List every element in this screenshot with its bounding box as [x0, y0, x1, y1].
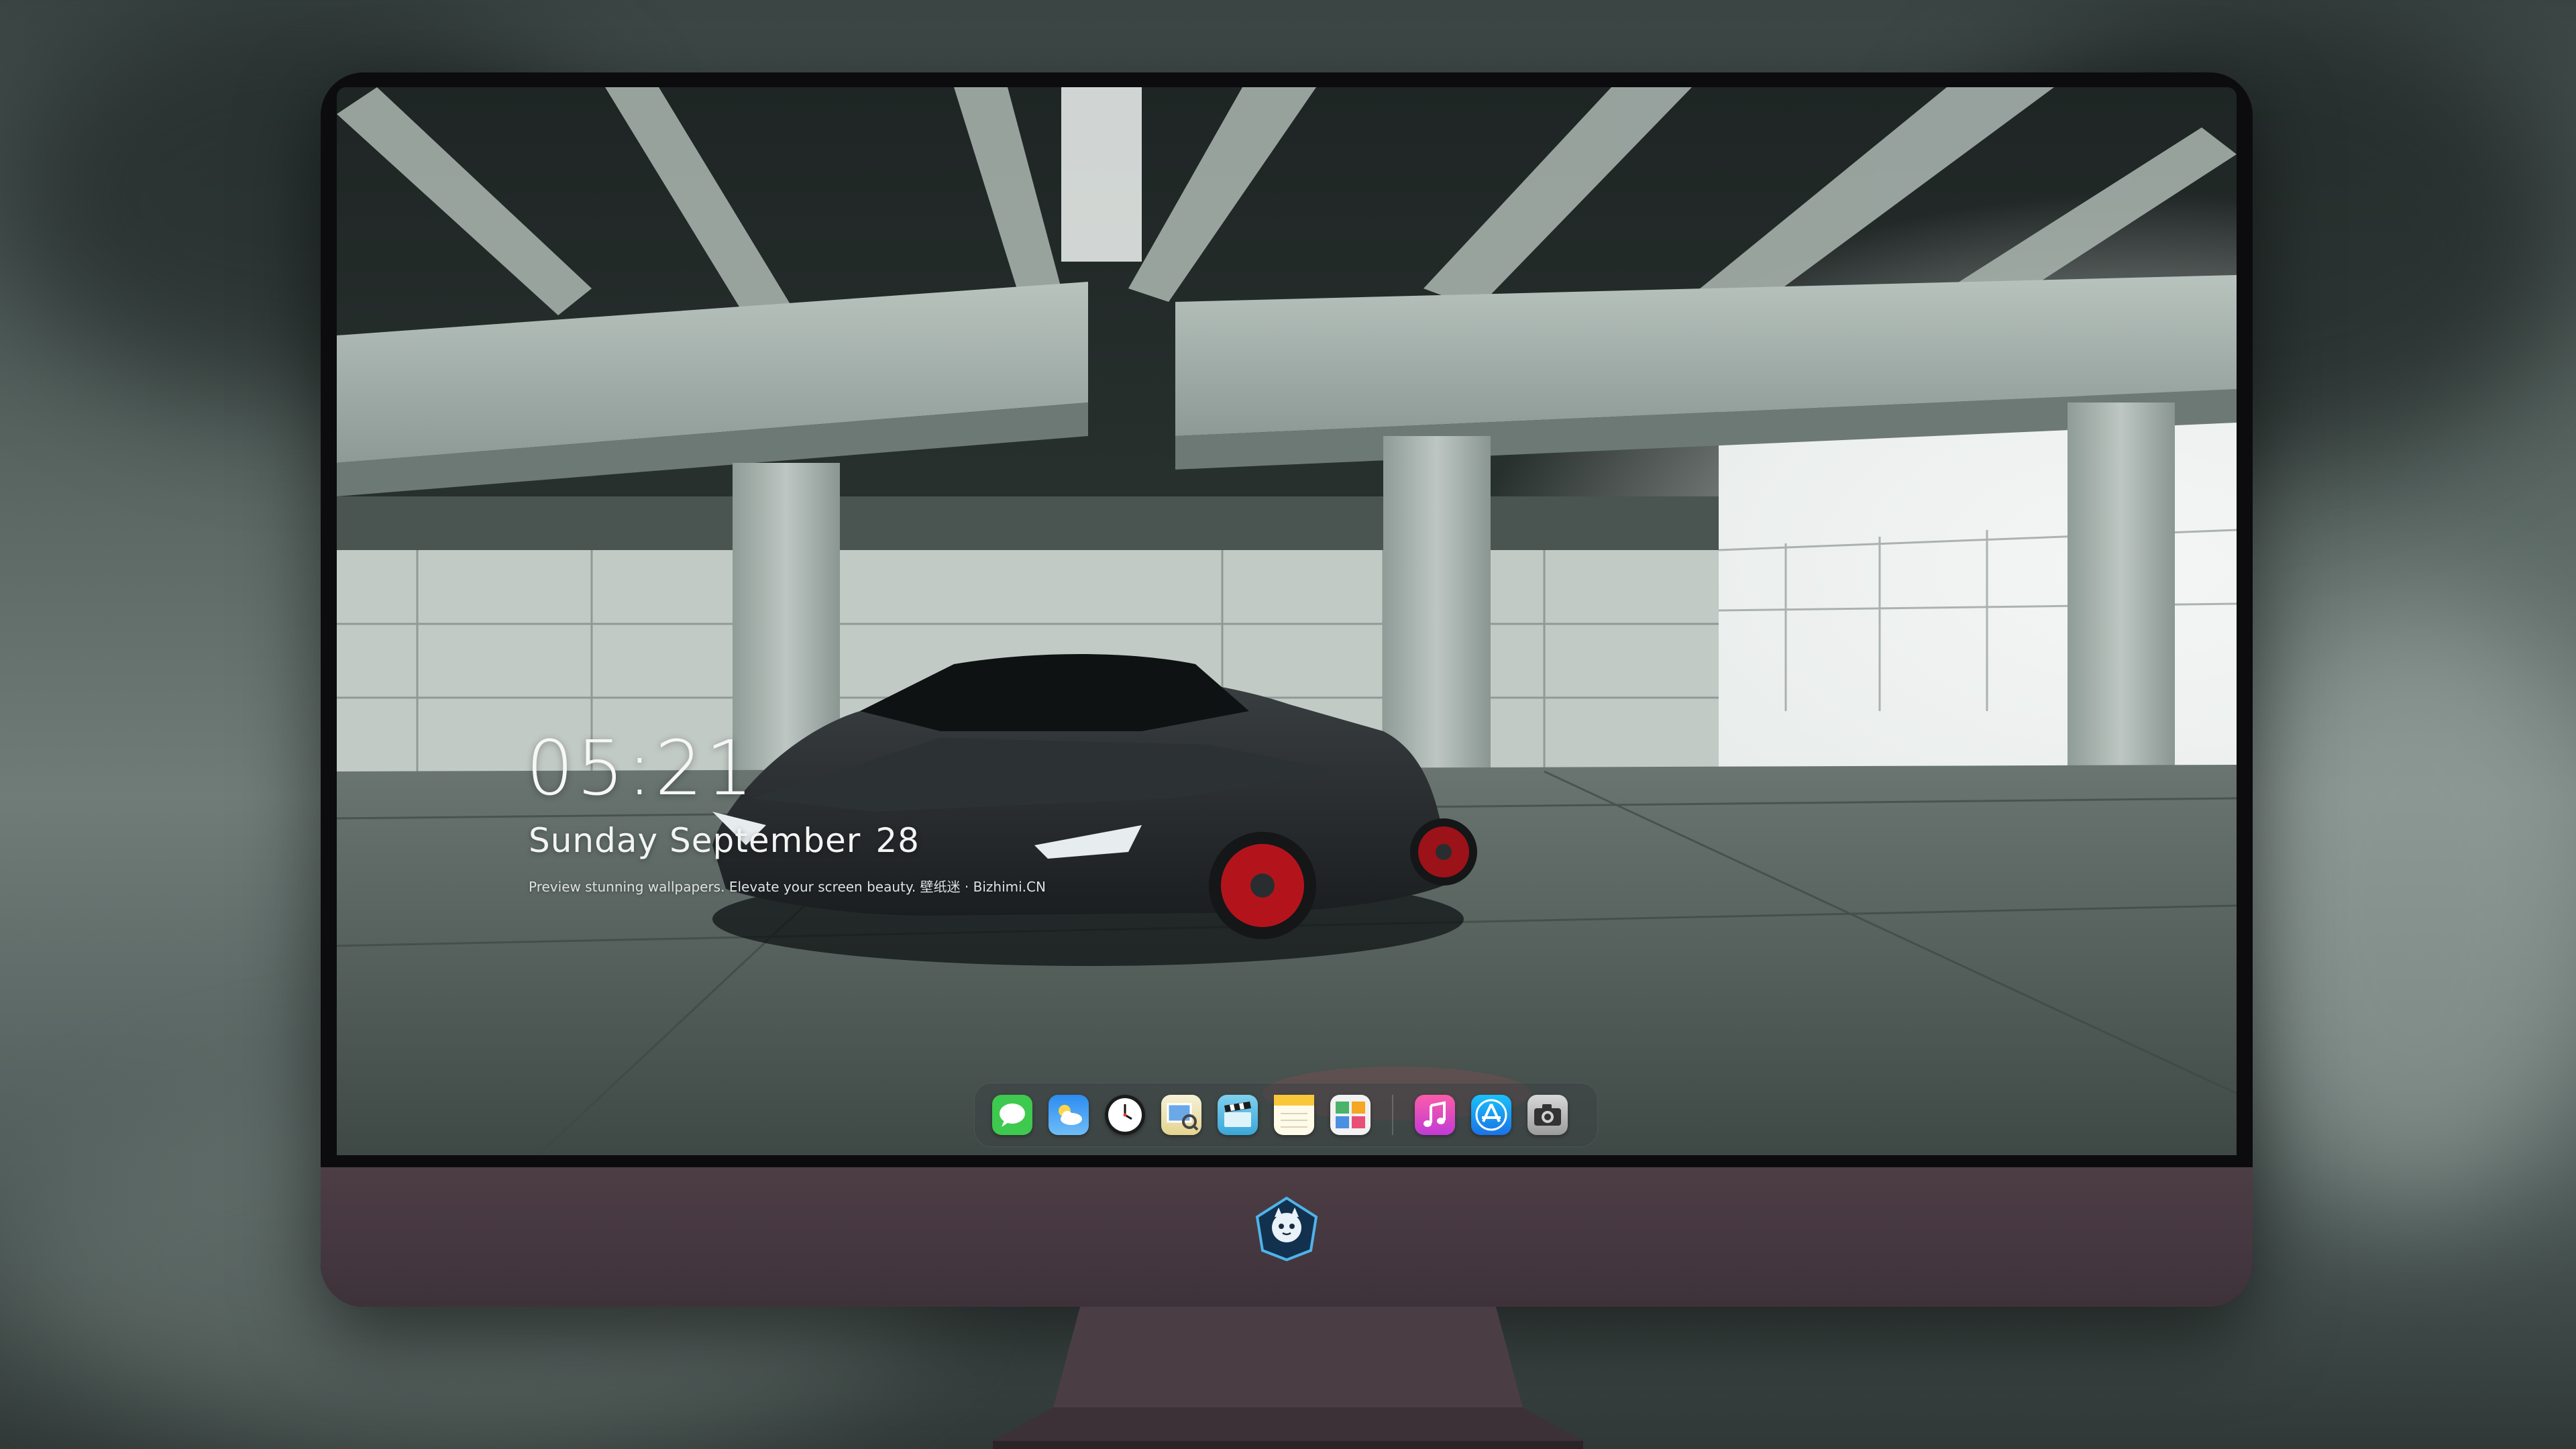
music-icon	[1424, 1101, 1446, 1127]
monitor-stand	[993, 1307, 1583, 1449]
wallpaper-tagline: Preview stunning wallpapers. Elevate you…	[529, 879, 1046, 895]
screen: 05:21 Sunday September 28 Preview stunnin…	[337, 87, 2237, 1155]
clock-icon	[1108, 1098, 1142, 1132]
date-weekday-month: Sunday September	[529, 821, 861, 860]
dock-app-clips[interactable]	[1218, 1095, 1258, 1135]
monitor: 05:21 Sunday September 28 Preview stunnin…	[321, 72, 2253, 1307]
notes-icon	[1274, 1095, 1314, 1128]
wallpaper-image	[337, 87, 2237, 1155]
app-store-icon	[1475, 1099, 1507, 1131]
preview-icon	[1167, 1103, 1199, 1131]
photo-booth-icon	[1336, 1102, 1365, 1128]
dock-app-preview[interactable]	[1161, 1095, 1201, 1135]
dock-app-photo-booth[interactable]	[1330, 1095, 1371, 1135]
dock-app-messages[interactable]	[992, 1095, 1032, 1135]
dock-app-app-store[interactable]	[1471, 1095, 1511, 1135]
camera-icon	[1534, 1104, 1561, 1126]
messages-icon	[1000, 1104, 1025, 1127]
dock-separator	[1392, 1095, 1393, 1135]
mascot-logo-icon	[1255, 1197, 1318, 1261]
dock-app-camera[interactable]	[1527, 1095, 1568, 1135]
dock-app-clock[interactable]	[1105, 1095, 1145, 1135]
dock	[974, 1083, 1598, 1147]
dock-app-notes[interactable]	[1274, 1095, 1314, 1135]
lockscreen-date: Sunday September 28	[529, 824, 920, 857]
dock-app-music[interactable]	[1415, 1095, 1455, 1135]
clapperboard-icon	[1224, 1102, 1251, 1127]
lockscreen-time: 05:21	[526, 725, 756, 812]
dock-app-weather[interactable]	[1049, 1095, 1089, 1135]
weather-icon	[1059, 1105, 1082, 1125]
date-day: 28	[875, 821, 920, 860]
